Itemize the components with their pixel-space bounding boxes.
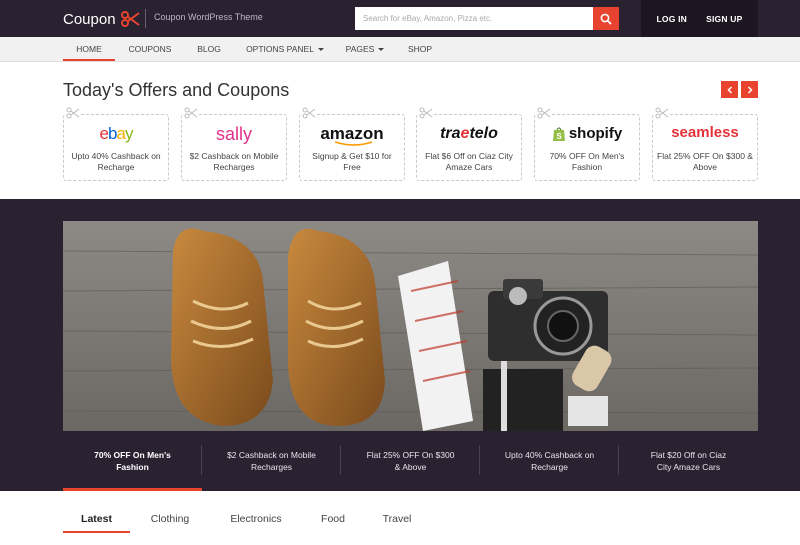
coupon-card[interactable]: sally $2 Cashback on Mobile Recharges bbox=[181, 107, 287, 181]
scissors-icon bbox=[419, 107, 433, 119]
coupon-text: Upto 40% Cashback on Recharge bbox=[71, 151, 161, 172]
slider-tabs: 70% OFF On Men's Fashion $2 Cashback on … bbox=[63, 431, 758, 491]
ebay-logo: ebay bbox=[99, 124, 134, 143]
chevron-right-icon bbox=[747, 85, 753, 94]
tab-travel[interactable]: Travel bbox=[372, 506, 422, 533]
slider-tab[interactable]: Flat $20 Off on Ciaz City Amaze Cars bbox=[619, 431, 758, 491]
sally-logo: sally bbox=[215, 124, 252, 144]
coupon-card[interactable]: amazon Signup & Get $10 for Free bbox=[299, 107, 405, 181]
login-button[interactable]: LOG IN bbox=[657, 14, 687, 24]
tab-electronics[interactable]: Electronics bbox=[220, 506, 292, 533]
top-bar: Coupon Coupon WordPress Theme LOG IN SIG… bbox=[0, 0, 800, 37]
travelo-logo: traetelo bbox=[440, 125, 498, 142]
prev-button[interactable] bbox=[721, 81, 738, 98]
hero-slide-image[interactable] bbox=[63, 221, 758, 431]
slider-tab[interactable]: 70% OFF On Men's Fashion bbox=[63, 431, 202, 491]
chevron-left-icon bbox=[726, 85, 732, 94]
hero-photo bbox=[63, 221, 758, 431]
site-tagline: Coupon WordPress Theme bbox=[154, 12, 263, 22]
nav-item-options-panel[interactable]: OPTIONS PANEL bbox=[244, 37, 326, 61]
nav-item-blog[interactable]: BLOG bbox=[191, 37, 227, 61]
scissors-icon bbox=[184, 107, 198, 119]
chevron-down-icon bbox=[317, 48, 324, 52]
slider-tab[interactable]: Upto 40% Cashback on Recharge bbox=[480, 431, 619, 491]
signup-button[interactable]: SIGN UP bbox=[706, 14, 742, 24]
shopify-logo: S shopify bbox=[535, 123, 639, 145]
auth-area: LOG IN SIGN UP bbox=[641, 0, 758, 37]
tab-latest[interactable]: Latest bbox=[63, 506, 130, 533]
scissors-icon bbox=[537, 107, 551, 119]
section-title: Today's Offers and Coupons bbox=[63, 80, 290, 100]
logo-text: Coupon bbox=[63, 10, 116, 28]
coupon-card[interactable]: seamless Flat 25% OFF On $300 & Above bbox=[652, 107, 758, 181]
active-tab-indicator bbox=[63, 488, 202, 491]
nav-item-coupons[interactable]: COUPONS bbox=[124, 37, 176, 61]
chevron-down-icon bbox=[378, 48, 385, 52]
nav-item-pages[interactable]: PAGES bbox=[342, 37, 388, 61]
tab-food[interactable]: Food bbox=[311, 506, 355, 533]
nav-item-shop[interactable]: SHOP bbox=[404, 37, 436, 61]
coupon-text: Signup & Get $10 for Free bbox=[312, 151, 392, 172]
logo-divider bbox=[145, 9, 146, 28]
shopping-bag-icon: S bbox=[552, 127, 565, 141]
scissors-icon bbox=[66, 107, 80, 119]
main-nav: HOME COUPONS BLOG OPTIONS PANEL PAGES SH… bbox=[0, 37, 800, 62]
amazon-smile-icon bbox=[334, 141, 373, 146]
search-button[interactable] bbox=[593, 7, 619, 30]
coupon-text: $2 Cashback on Mobile Recharges bbox=[189, 151, 279, 172]
search-input[interactable] bbox=[355, 7, 593, 30]
tab-clothing[interactable]: Clothing bbox=[140, 506, 200, 533]
scissors-icon bbox=[302, 107, 316, 119]
svg-text:S: S bbox=[556, 132, 562, 141]
nav-item-home[interactable]: HOME bbox=[63, 37, 115, 61]
seamless-logo: seamless bbox=[671, 124, 739, 141]
next-button[interactable] bbox=[741, 81, 758, 98]
coupon-text: Flat $6 Off on Ciaz City Amaze Cars bbox=[425, 151, 513, 172]
coupon-card[interactable]: S shopify 70% OFF On Men's Fashion bbox=[534, 107, 640, 181]
scissors-icon bbox=[655, 107, 669, 119]
coupon-text: Flat 25% OFF On $300 & Above bbox=[657, 151, 753, 172]
amazon-logo: amazon bbox=[300, 123, 404, 146]
scissors-icon bbox=[120, 11, 140, 27]
coupon-card[interactable]: traetelo Flat $6 Off on Ciaz City Amaze … bbox=[416, 107, 522, 181]
coupon-card[interactable]: ebay Upto 40% Cashback on Recharge bbox=[63, 107, 169, 181]
site-logo[interactable]: Coupon bbox=[63, 9, 140, 29]
coupon-text: 70% OFF On Men's Fashion bbox=[549, 151, 625, 172]
slider-tab[interactable]: Flat 25% OFF On $300 & Above bbox=[341, 431, 480, 491]
slider-tab[interactable]: $2 Cashback on Mobile Recharges bbox=[202, 431, 341, 491]
search-icon bbox=[600, 13, 612, 25]
